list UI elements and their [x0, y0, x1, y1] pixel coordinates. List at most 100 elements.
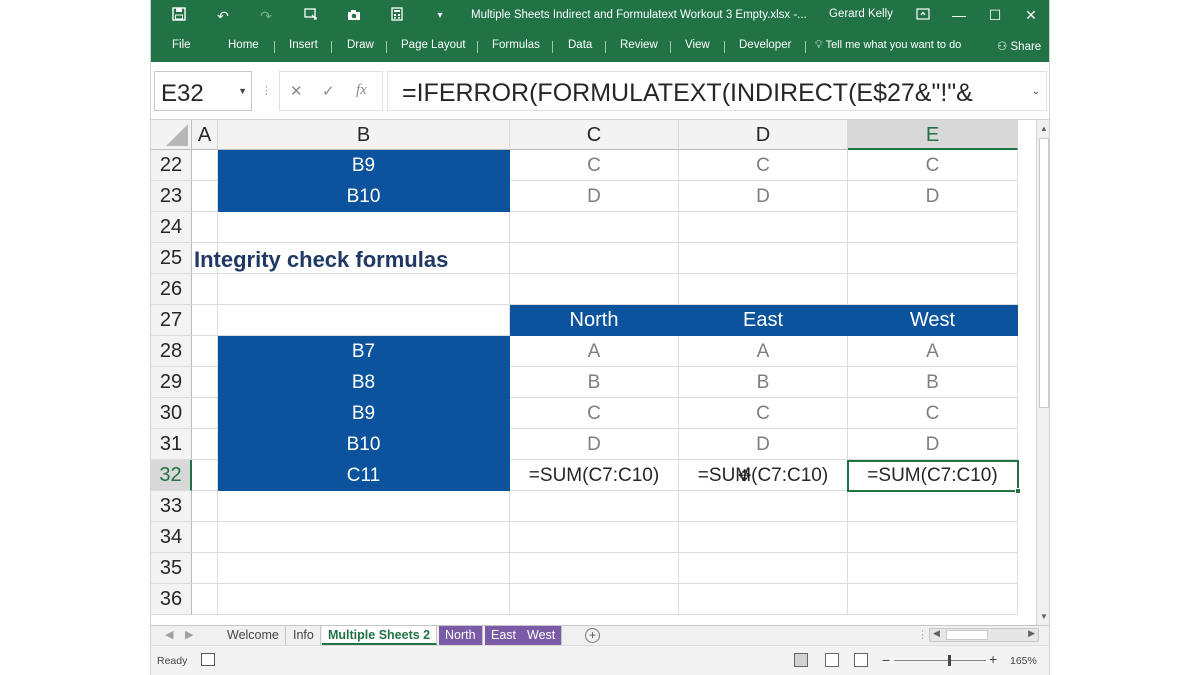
zoom-out-icon[interactable]: −: [882, 652, 890, 668]
cell-d29[interactable]: B: [679, 367, 848, 398]
share-button[interactable]: ⚇ Share: [997, 39, 1041, 53]
cell-a29[interactable]: [192, 367, 218, 398]
redo-icon[interactable]: ↷: [256, 6, 276, 26]
ribbon-display-options-icon[interactable]: [911, 4, 935, 26]
cell-b28[interactable]: B7: [218, 336, 510, 367]
row-header-32[interactable]: 32: [151, 460, 192, 491]
cell-e22[interactable]: C: [848, 150, 1018, 181]
row-header-23[interactable]: 23: [151, 181, 192, 212]
cell-b26[interactable]: [218, 274, 510, 305]
tab-review[interactable]: Review: [620, 39, 658, 51]
cell-a23[interactable]: [192, 181, 218, 212]
cell-c26[interactable]: [510, 274, 679, 305]
tab-insert[interactable]: Insert: [289, 39, 318, 51]
tab-draw[interactable]: Draw: [347, 39, 374, 51]
cell-b30[interactable]: B9: [218, 398, 510, 429]
scroll-left-icon[interactable]: ◀: [933, 628, 940, 639]
calculator-icon[interactable]: [387, 6, 407, 26]
vertical-scrollbar[interactable]: ▲ ▼: [1036, 120, 1049, 625]
cell-e30[interactable]: C: [848, 398, 1018, 429]
zoom-slider[interactable]: [894, 660, 986, 661]
cell-e34[interactable]: [848, 522, 1018, 553]
cell-d26[interactable]: [679, 274, 848, 305]
tell-me-search[interactable]: 💡︎ Tell me what you want to do: [815, 39, 961, 52]
cell-a28[interactable]: [192, 336, 218, 367]
cell-a26[interactable]: [192, 274, 218, 305]
row-header-28[interactable]: 28: [151, 336, 192, 367]
add-sheet-icon[interactable]: +: [585, 628, 600, 643]
cell-a33[interactable]: [192, 491, 218, 522]
cell-e32[interactable]: =SUM(C7:C10): [848, 460, 1018, 491]
cell-e24[interactable]: [848, 212, 1018, 243]
cell-b23[interactable]: B10: [218, 181, 510, 212]
row-header-34[interactable]: 34: [151, 522, 192, 553]
sheet-next-icon[interactable]: ▶: [185, 628, 193, 641]
row-header-24[interactable]: 24: [151, 212, 192, 243]
cell-c34[interactable]: [510, 522, 679, 553]
tab-formulas[interactable]: Formulas: [492, 39, 540, 51]
save-icon[interactable]: [169, 6, 189, 26]
cancel-icon[interactable]: ✕: [290, 82, 303, 100]
cell-c25[interactable]: [510, 243, 679, 274]
cell-d23[interactable]: D: [679, 181, 848, 212]
formula-bar-resize-handle[interactable]: ⋮: [261, 84, 272, 97]
horizontal-scroll-thumb[interactable]: [946, 630, 988, 640]
cell-e27[interactable]: West: [848, 305, 1018, 336]
zoom-in-icon[interactable]: +: [989, 651, 997, 667]
cell-b36[interactable]: [218, 584, 510, 615]
vertical-scroll-thumb[interactable]: [1039, 138, 1049, 408]
column-header-a[interactable]: A: [192, 120, 218, 150]
page-layout-view-icon[interactable]: [825, 653, 839, 667]
cell-a36[interactable]: [192, 584, 218, 615]
customize-quick-access-icon[interactable]: ▾: [430, 6, 450, 26]
name-box[interactable]: E32 ▼: [154, 71, 252, 111]
macro-recording-icon[interactable]: [201, 653, 215, 666]
row-header-27[interactable]: 27: [151, 305, 192, 336]
cell-d25[interactable]: [679, 243, 848, 274]
formula-input[interactable]: =IFERROR(FORMULATEXT(INDIRECT(E$27&"!"& …: [387, 71, 1047, 111]
cell-b32[interactable]: C11: [218, 460, 510, 491]
cell-d36[interactable]: [679, 584, 848, 615]
cell-b34[interactable]: [218, 522, 510, 553]
sheet-tab-info[interactable]: Info: [287, 626, 321, 645]
zoom-level[interactable]: 165%: [1010, 655, 1037, 667]
cell-b33[interactable]: [218, 491, 510, 522]
cell-c27[interactable]: North: [510, 305, 679, 336]
cell-d35[interactable]: [679, 553, 848, 584]
row-header-29[interactable]: 29: [151, 367, 192, 398]
normal-view-icon[interactable]: [794, 653, 808, 667]
cell-b24[interactable]: [218, 212, 510, 243]
cell-e36[interactable]: [848, 584, 1018, 615]
minimize-icon[interactable]: —: [947, 4, 971, 26]
cell-c33[interactable]: [510, 491, 679, 522]
cell-d30[interactable]: C: [679, 398, 848, 429]
sheet-prev-icon[interactable]: ◀: [165, 628, 173, 641]
section-heading[interactable]: Integrity check formulas: [194, 244, 448, 275]
sheet-tab-west[interactable]: West: [521, 626, 563, 645]
row-header-25[interactable]: 25: [151, 243, 192, 274]
cell-d33[interactable]: [679, 491, 848, 522]
maximize-icon[interactable]: ☐: [983, 4, 1007, 26]
cell-e33[interactable]: [848, 491, 1018, 522]
cell-a31[interactable]: [192, 429, 218, 460]
cell-d28[interactable]: A: [679, 336, 848, 367]
cell-b29[interactable]: B8: [218, 367, 510, 398]
insert-function-icon[interactable]: fx: [356, 82, 367, 99]
row-header-30[interactable]: 30: [151, 398, 192, 429]
cell-a24[interactable]: [192, 212, 218, 243]
cell-e23[interactable]: D: [848, 181, 1018, 212]
worksheet-grid[interactable]: A B C D E 22 B9 C C C 23 B10 D D D 24 25 26 27 North Ea…: [151, 120, 1036, 625]
zoom-slider-thumb[interactable]: [948, 655, 951, 666]
row-header-33[interactable]: 33: [151, 491, 192, 522]
cell-a35[interactable]: [192, 553, 218, 584]
user-name[interactable]: Gerard Kelly: [829, 8, 893, 20]
cell-b22[interactable]: B9: [218, 150, 510, 181]
cell-c22[interactable]: C: [510, 150, 679, 181]
cell-d24[interactable]: [679, 212, 848, 243]
cell-c35[interactable]: [510, 553, 679, 584]
select-all-button[interactable]: [151, 120, 192, 150]
close-icon[interactable]: ✕: [1019, 4, 1043, 26]
cell-b35[interactable]: [218, 553, 510, 584]
row-header-22[interactable]: 22: [151, 150, 192, 181]
cell-a34[interactable]: [192, 522, 218, 553]
